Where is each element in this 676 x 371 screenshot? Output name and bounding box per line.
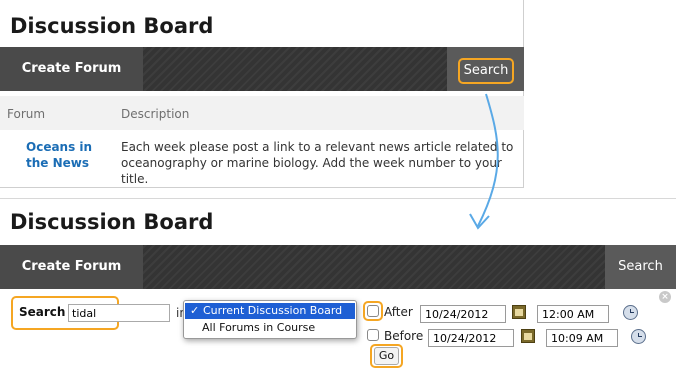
after-checkbox[interactable] xyxy=(367,305,379,317)
after-label: After xyxy=(384,305,413,319)
create-forum-button[interactable]: Create Forum xyxy=(0,245,143,289)
before-label: Before xyxy=(384,329,424,343)
go-button[interactable]: Go xyxy=(374,347,399,365)
discussion-board-panel-before: Discussion Board Create Forum Forum Desc… xyxy=(0,0,524,188)
column-header-forum: Forum xyxy=(7,107,46,121)
search-input[interactable] xyxy=(68,304,170,322)
calendar-icon[interactable] xyxy=(512,305,526,319)
search-button[interactable]: Search xyxy=(605,245,676,289)
scope-option-label: All Forums in Course xyxy=(202,321,316,334)
column-header-description: Description xyxy=(121,107,190,121)
create-forum-button[interactable]: Create Forum xyxy=(0,47,143,91)
action-bar: Create Forum xyxy=(0,47,524,91)
checkmark-icon: ✓ xyxy=(190,304,200,317)
before-date-input[interactable] xyxy=(428,329,514,347)
scope-option-all-forums[interactable]: All Forums in Course xyxy=(184,320,356,336)
table-header: Forum Description xyxy=(0,96,524,130)
clock-icon[interactable] xyxy=(631,329,646,344)
action-bar: Create Forum Search xyxy=(0,245,676,289)
scope-option-label: Current Discussion Board xyxy=(203,304,343,317)
after-date-input[interactable] xyxy=(420,305,506,323)
search-scope-dropdown[interactable]: ✓ Current Discussion Board All Forums in… xyxy=(183,300,357,339)
search-label: Search xyxy=(19,305,66,319)
page-title: Discussion Board xyxy=(10,210,214,234)
clock-icon[interactable] xyxy=(623,305,638,320)
before-checkbox[interactable] xyxy=(367,329,379,341)
after-time-input[interactable] xyxy=(537,305,609,323)
forum-description: Each week please post a link to a releva… xyxy=(121,140,514,186)
forum-link-oceans-in-the-news[interactable]: Oceans in the News xyxy=(26,139,116,171)
scope-option-current-board[interactable]: ✓ Current Discussion Board xyxy=(185,303,355,319)
close-icon[interactable]: × xyxy=(659,291,671,303)
calendar-icon[interactable] xyxy=(521,329,535,343)
search-button-highlight[interactable]: Search xyxy=(458,58,514,84)
page-title: Discussion Board xyxy=(10,14,214,38)
before-time-input[interactable] xyxy=(546,329,618,347)
